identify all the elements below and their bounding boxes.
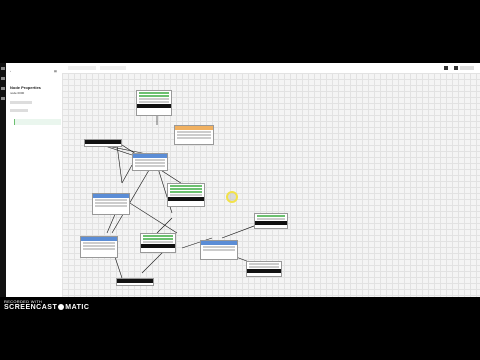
panel-title: Node Properties <box>10 85 41 90</box>
toolbar-icon-right-2[interactable] <box>454 66 458 70</box>
toolbar-button-1[interactable] <box>68 66 96 70</box>
graph-node[interactable] <box>200 240 238 260</box>
watermark-brand: SCREENCAST MATIC <box>4 304 89 311</box>
back-icon[interactable]: ‹ <box>10 69 11 73</box>
graph-node[interactable] <box>140 233 176 253</box>
watermark-brand-left: SCREENCAST <box>4 304 58 311</box>
cursor-highlight <box>226 191 238 203</box>
node-header <box>201 241 237 245</box>
settings-icon[interactable] <box>1 87 5 90</box>
app-window: ‹ ▤ Node Properties node 0000 <box>0 63 480 297</box>
graph-node[interactable] <box>80 236 118 258</box>
node-header <box>93 194 129 198</box>
graph-node[interactable] <box>116 278 154 286</box>
properties-panel: ‹ ▤ Node Properties node 0000 <box>6 63 63 297</box>
node-header <box>81 237 117 241</box>
graph-node[interactable] <box>84 139 122 147</box>
property-field[interactable] <box>10 109 28 112</box>
collapse-icon[interactable]: ▤ <box>54 69 57 73</box>
file-icon[interactable] <box>1 77 5 80</box>
graph-canvas[interactable] <box>62 73 480 297</box>
hint-box <box>14 119 61 125</box>
property-field[interactable] <box>10 101 32 104</box>
node-header <box>133 154 167 158</box>
graph-node[interactable] <box>254 213 288 229</box>
graph-node[interactable] <box>92 193 130 215</box>
node-header <box>175 126 213 130</box>
watermark-brand-right: MATIC <box>65 304 90 311</box>
share-icon[interactable] <box>1 97 5 100</box>
node-header <box>85 140 121 144</box>
menu-icon[interactable] <box>1 67 5 70</box>
toolbar-icon-right-1[interactable] <box>444 66 448 70</box>
toolbar-button-2[interactable] <box>100 66 126 70</box>
graph-node[interactable] <box>174 125 214 145</box>
toolbar-button-right[interactable] <box>460 66 474 70</box>
graph-node[interactable] <box>167 183 205 207</box>
graph-node[interactable] <box>246 261 282 277</box>
graph-node[interactable] <box>136 90 172 116</box>
panel-subtitle: node 0000 <box>10 91 25 95</box>
record-dot-icon <box>58 304 65 311</box>
recording-watermark: RECORDED WITH SCREENCAST MATIC <box>4 299 89 311</box>
graph-node[interactable] <box>132 153 168 171</box>
